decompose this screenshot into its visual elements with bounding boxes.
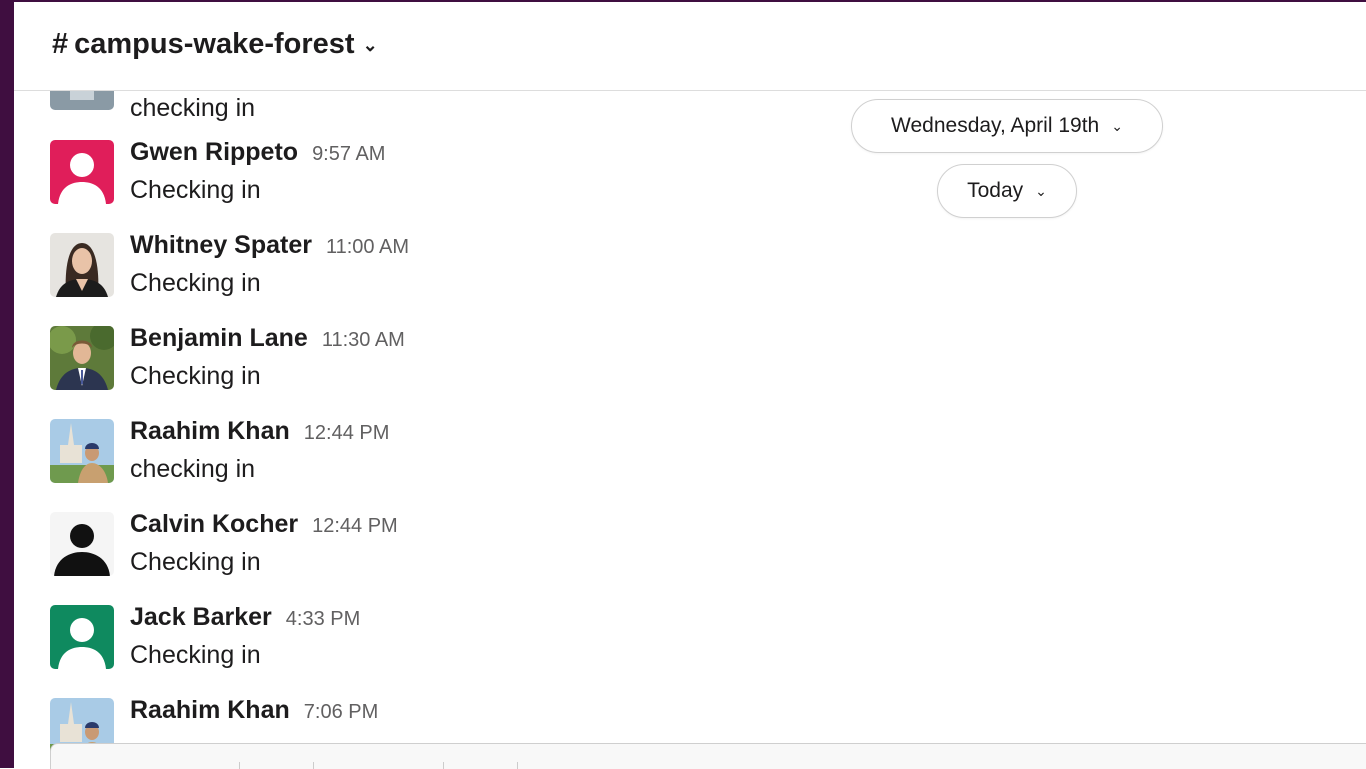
channel-name-button[interactable]: # campus-wake-forest ⌄	[52, 28, 378, 61]
message-author[interactable]: Jack Barker	[130, 603, 272, 632]
message-text: Checking in	[130, 176, 261, 204]
chevron-down-icon: ⌄	[1035, 182, 1047, 199]
avatar[interactable]	[50, 512, 114, 576]
message-text: Checking in	[130, 362, 261, 390]
message-timestamp[interactable]: 9:57 AM	[312, 143, 385, 166]
message-item[interactable]: Benjamin Lane 11:30 AM Checking in	[50, 324, 750, 406]
channel-name: campus-wake-forest	[74, 28, 355, 60]
message-timestamp[interactable]: 12:44 PM	[304, 422, 390, 445]
avatar[interactable]	[50, 605, 114, 669]
workspace-sidebar-edge	[0, 0, 14, 768]
message-text: checking in	[130, 455, 256, 483]
message-item[interactable]: Raahim Khan 12:44 PM checking in	[50, 417, 750, 499]
message-author[interactable]: Whitney Spater	[130, 231, 312, 260]
avatar[interactable]	[50, 140, 114, 204]
message-timestamp[interactable]: 7:06 PM	[304, 701, 378, 724]
message-timestamp[interactable]: 4:33 PM	[286, 608, 360, 631]
message-text: checking in	[130, 94, 256, 122]
message-list: checking in Gwen Rippeto 9:57 AM Checkin…	[14, 91, 1366, 768]
message-author[interactable]: Raahim Khan	[130, 417, 290, 446]
default-user-icon	[50, 605, 114, 669]
message-composer[interactable]	[50, 743, 1366, 769]
message-item[interactable]: Jack Barker 4:33 PM Checking in	[50, 603, 750, 685]
message-item[interactable]: Calvin Kocher 12:44 PM Checking in	[50, 510, 750, 592]
message-timestamp[interactable]: 12:44 PM	[312, 515, 398, 538]
date-label: Today	[967, 179, 1024, 202]
date-label: Wednesday, April 19th	[891, 114, 1100, 137]
message-item[interactable]: Whitney Spater 11:00 AM Checking in	[50, 231, 750, 313]
today-divider-button[interactable]: Today ⌄	[937, 164, 1077, 218]
chevron-down-icon: ⌄	[362, 35, 378, 55]
photo-avatar-icon	[50, 419, 114, 483]
message-author[interactable]: Raahim Khan	[130, 696, 290, 725]
photo-avatar-icon	[50, 91, 114, 110]
message-text: Checking in	[130, 269, 261, 297]
photo-avatar-icon	[50, 326, 114, 390]
avatar[interactable]	[50, 326, 114, 390]
avatar[interactable]	[50, 91, 114, 110]
message-text: Checking in	[130, 641, 261, 669]
message-author[interactable]: Gwen Rippeto	[130, 138, 298, 167]
message-author[interactable]: Benjamin Lane	[130, 324, 308, 353]
channel-header: # campus-wake-forest ⌄	[14, 2, 1366, 91]
default-user-icon	[50, 140, 114, 204]
date-divider-button[interactable]: Wednesday, April 19th ⌄	[851, 99, 1163, 153]
chevron-down-icon: ⌄	[1111, 117, 1123, 134]
photo-avatar-icon	[50, 233, 114, 297]
message-author[interactable]: Calvin Kocher	[130, 510, 298, 539]
message-text: Checking in	[130, 548, 261, 576]
avatar[interactable]	[50, 233, 114, 297]
default-user-icon	[50, 512, 114, 576]
message-item[interactable]: Gwen Rippeto 9:57 AM Checking in	[50, 138, 750, 220]
message-timestamp[interactable]: 11:30 AM	[322, 329, 405, 352]
message-item-partial[interactable]: checking in	[50, 91, 750, 126]
avatar[interactable]	[50, 419, 114, 483]
message-timestamp[interactable]: 11:00 AM	[326, 236, 409, 259]
hash-icon: #	[52, 28, 69, 60]
